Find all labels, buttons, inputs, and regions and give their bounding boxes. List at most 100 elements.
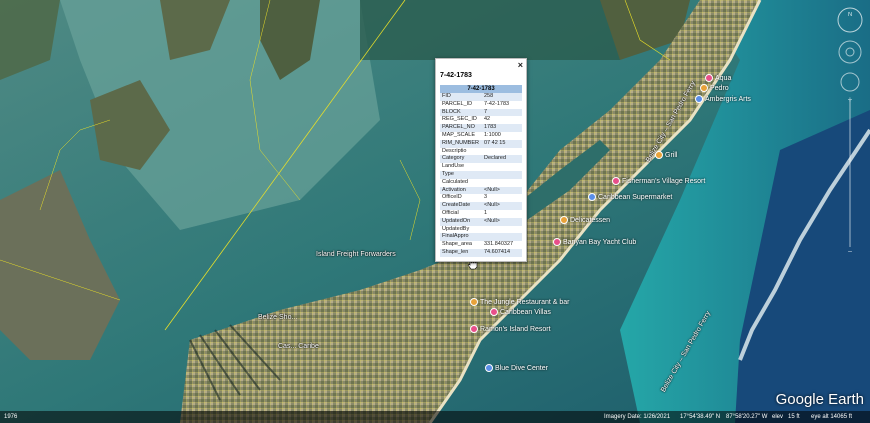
poi-label: Banyan Bay Yacht Club bbox=[563, 238, 637, 246]
attribute-key: RIM_NUMBER bbox=[440, 139, 482, 148]
attribute-value bbox=[482, 163, 522, 171]
attribute-key: OfficeID bbox=[440, 194, 482, 203]
attribute-key: FinalAppro bbox=[440, 233, 482, 242]
attribute-row: LandUse bbox=[440, 163, 522, 171]
place-label-caribe: Cas... Caribe bbox=[278, 343, 319, 350]
attribute-row: PARCEL_NO 1783 bbox=[440, 124, 522, 132]
look-joystick-icon[interactable] bbox=[838, 40, 862, 64]
attribute-value bbox=[482, 225, 522, 234]
poi-blue-dive-center[interactable]: Blue Dive Center bbox=[485, 364, 548, 372]
popup-table-header: 7-42-1783 bbox=[440, 85, 522, 93]
attribute-row: FID 258 bbox=[440, 93, 522, 101]
attribute-row: OfficeID 3 bbox=[440, 194, 522, 203]
attribute-table: FID 258 PARCEL_ID 7-42-1783 BLOCK 7 REG_SEC_ID… bbox=[440, 93, 522, 257]
attribute-value bbox=[482, 233, 522, 242]
svg-text:+: + bbox=[848, 95, 853, 104]
attribute-value: 42 bbox=[482, 116, 522, 125]
parcel-info-popup: × 7-42-1783 7-42-1783 FID 258 PARCEL_ID 7-4… bbox=[435, 58, 527, 262]
attribute-value bbox=[482, 178, 522, 187]
attribute-value: 07 42 15 bbox=[482, 139, 522, 148]
close-icon[interactable]: × bbox=[518, 60, 523, 70]
attribute-key: MAP_SCALE bbox=[440, 131, 482, 140]
attribute-row: Category Declared bbox=[440, 155, 522, 164]
poi-marker-icon bbox=[490, 308, 498, 316]
google-earth-logo: Google Earth bbox=[775, 391, 864, 408]
attribute-value: 3 bbox=[482, 194, 522, 203]
svg-text:N: N bbox=[848, 12, 852, 18]
attribute-row: Type bbox=[440, 170, 522, 179]
elevation-value: 15 ft bbox=[788, 414, 800, 420]
attribute-value: 7 bbox=[482, 108, 522, 117]
attribute-key: Activation bbox=[440, 186, 482, 195]
poi-aqua[interactable]: Aqua bbox=[705, 74, 731, 82]
poi-label: Ramon's Island Resort bbox=[480, 325, 551, 333]
poi-label: Delicatessen bbox=[570, 216, 611, 224]
poi-delicatessen[interactable]: Delicatessen bbox=[560, 216, 610, 224]
attribute-key: Type bbox=[440, 170, 482, 179]
attribute-key: CreateDate bbox=[440, 202, 482, 210]
eye-altitude: eye alt 14065 ft bbox=[811, 414, 853, 420]
poi-label: Caribbean Villas bbox=[500, 308, 551, 316]
poi-jungle-restaurant[interactable]: The Jungle Restaurant & bar bbox=[470, 298, 570, 306]
poi-label: Caribbean Supermarket bbox=[598, 193, 673, 201]
attribute-key: UpdatedOn bbox=[440, 217, 482, 226]
poi-caribbean-villas[interactable]: Caribbean Villas bbox=[490, 308, 551, 316]
attribute-key: REG_SEC_ID bbox=[440, 116, 482, 125]
poi-marker-icon bbox=[470, 298, 478, 306]
poi-marker-icon bbox=[560, 216, 568, 224]
attribute-key: UpdatedBy bbox=[440, 225, 482, 234]
pan-joystick-icon[interactable] bbox=[840, 72, 860, 92]
poi-ambergris-arts[interactable]: Ambergris Arts bbox=[695, 95, 751, 103]
attribute-row: UpdatedBy bbox=[440, 225, 522, 234]
poi-pedro[interactable]: Pedro bbox=[700, 84, 729, 92]
attribute-value: <Null> bbox=[482, 202, 522, 210]
attribute-row: Shape_area 331.840327 bbox=[440, 241, 522, 249]
attribute-value bbox=[482, 170, 522, 179]
popup-title: 7-42-1783 bbox=[440, 72, 472, 79]
imagery-date: Imagery Date: 1/26/2021 bbox=[604, 414, 671, 420]
poi-marker-icon bbox=[695, 95, 703, 103]
attribute-value: 1783 bbox=[482, 124, 522, 132]
place-label-island-freight: Island Freight Forwarders bbox=[316, 251, 396, 258]
attribute-key: FID bbox=[440, 93, 482, 101]
attribute-value: <Null> bbox=[482, 186, 522, 195]
poi-label: Aqua bbox=[715, 74, 732, 82]
attribute-row: Activation <Null> bbox=[440, 186, 522, 195]
attribute-key: BLOCK bbox=[440, 108, 482, 117]
poi-marker-icon bbox=[612, 177, 620, 185]
attribute-key: PARCEL_ID bbox=[440, 100, 482, 109]
place-label-belize-shop: Belize Sho... bbox=[258, 314, 298, 321]
poi-banyan-bay[interactable]: Banyan Bay Yacht Club bbox=[553, 238, 636, 246]
poi-marker-icon bbox=[485, 364, 493, 372]
attribute-key: Official bbox=[440, 209, 482, 218]
poi-label: The Jungle Restaurant & bar bbox=[480, 298, 570, 306]
navigation-controls[interactable]: N + − bbox=[828, 2, 868, 262]
svg-text:−: − bbox=[848, 247, 853, 256]
status-bar: 1976 Imagery Date: 1/26/2021 17°54'38.49… bbox=[0, 411, 870, 423]
poi-grill[interactable]: Grill bbox=[655, 151, 677, 159]
attribute-key: PARCEL_NO bbox=[440, 124, 482, 132]
zoom-slider[interactable]: + − bbox=[848, 95, 853, 256]
attribute-row: Shape_len 74.607414 bbox=[440, 248, 522, 257]
poi-supermarket[interactable]: Caribbean Supermarket bbox=[588, 193, 672, 201]
poi-ramons-resort[interactable]: Ramon's Island Resort bbox=[470, 325, 551, 333]
attribute-value: 74.607414 bbox=[482, 248, 522, 257]
poi-fishermans-village[interactable]: Fisherman's Village Resort bbox=[612, 177, 705, 185]
poi-marker-icon bbox=[700, 84, 708, 92]
attribute-row: FinalAppro bbox=[440, 233, 522, 242]
compass-icon[interactable]: N bbox=[837, 7, 863, 33]
poi-label: Fisherman's Village Resort bbox=[622, 177, 706, 185]
attribute-key: Calculated bbox=[440, 178, 482, 187]
attribute-key: Shape_len bbox=[440, 248, 482, 257]
poi-label: Ambergris Arts bbox=[705, 95, 751, 103]
poi-marker-icon bbox=[553, 238, 561, 246]
attribute-row: CreateDate <Null> bbox=[440, 202, 522, 210]
status-left: 1976 bbox=[4, 414, 18, 420]
poi-marker-icon bbox=[470, 325, 478, 333]
attribute-value: Declared bbox=[482, 155, 522, 164]
attribute-key: Category bbox=[440, 155, 482, 164]
elevation-label: elev bbox=[772, 414, 784, 420]
attribute-row: PARCEL_ID 7-42-1783 bbox=[440, 100, 522, 109]
latitude-readout: 17°54'38.49" N bbox=[680, 414, 721, 420]
attribute-row: BLOCK 7 bbox=[440, 108, 522, 117]
